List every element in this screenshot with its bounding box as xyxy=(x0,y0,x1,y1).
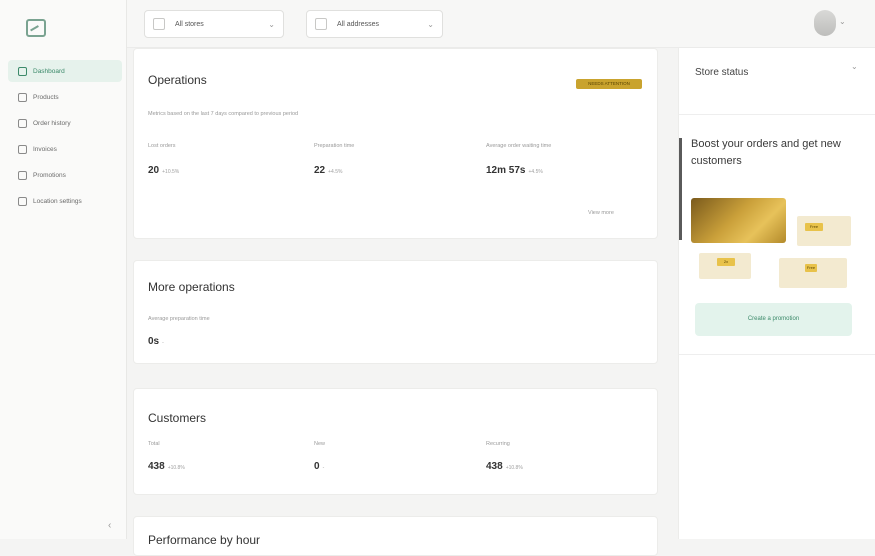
metric-label: Recurring xyxy=(486,441,510,447)
metric-label: Total xyxy=(148,441,160,447)
logo-icon[interactable] xyxy=(26,19,46,37)
metric-label: Preparation time xyxy=(314,143,355,149)
header: All stores ⌄ All addresses ⌄ ⌄ xyxy=(127,0,875,48)
operations-title: Operations xyxy=(148,73,207,87)
order-history-icon xyxy=(18,118,27,128)
dashboard-icon xyxy=(18,66,27,76)
chevron-down-icon: ⌄ xyxy=(427,19,434,29)
sidebar: Dashboard Products Order history Invoice… xyxy=(0,0,127,539)
promo-card: Free xyxy=(797,216,851,246)
promo-card: 2x xyxy=(699,253,751,279)
metric-value: 20 +10.5% xyxy=(148,165,180,176)
address-icon xyxy=(315,18,327,30)
metric-label: Lost orders xyxy=(148,143,176,149)
metric-value: 22 +4.5% xyxy=(314,165,343,176)
store-status-title: Store status xyxy=(695,67,749,78)
promo-tag: Free xyxy=(805,264,817,272)
divider xyxy=(679,114,875,115)
performance-title: Performance by hour xyxy=(148,533,261,547)
promo-tag: 2x xyxy=(717,258,735,266)
sidebar-nav: Dashboard Products Order history Invoice… xyxy=(8,60,122,216)
chevron-down-icon: ⌄ xyxy=(268,19,275,29)
sidebar-item-order-history[interactable]: Order history xyxy=(8,112,122,134)
sidebar-item-label: Order history xyxy=(33,119,71,127)
sidebar-item-invoices[interactable]: Invoices xyxy=(8,138,122,160)
create-promotion-button[interactable]: Create a promotion xyxy=(695,303,852,336)
metric-value: 12m 57s +4.5% xyxy=(486,165,543,176)
promotions-icon xyxy=(18,170,27,180)
sidebar-item-label: Invoices xyxy=(33,145,57,153)
more-operations-card: More operations Average preparation time… xyxy=(133,260,658,364)
customers-title: Customers xyxy=(148,411,207,425)
sidebar-item-label: Location settings xyxy=(33,197,82,205)
collapse-sidebar-icon[interactable]: ‹ xyxy=(108,520,111,531)
metric-label: New xyxy=(314,441,326,447)
metric-label: Average preparation time xyxy=(148,316,210,322)
promo-tag: Free xyxy=(805,223,823,231)
address-select-value: All addresses xyxy=(337,20,380,28)
sidebar-item-promotions[interactable]: Promotions xyxy=(8,164,122,186)
metric-value: 438 +10.8% xyxy=(148,461,185,472)
store-select-value: All stores xyxy=(175,20,204,28)
store-icon xyxy=(153,18,165,30)
location-settings-icon xyxy=(18,196,27,206)
operations-subtitle: Metrics based on the last 7 days compare… xyxy=(148,111,299,117)
metric-value: 0s - xyxy=(148,336,164,347)
sidebar-item-dashboard[interactable]: Dashboard xyxy=(8,60,122,82)
operations-card: Operations NEEDS ATTENTION Metrics based… xyxy=(133,48,658,239)
sidebar-item-label: Promotions xyxy=(33,171,66,179)
chevron-down-icon[interactable]: ⌄ xyxy=(839,17,846,26)
sidebar-item-products[interactable]: Products xyxy=(8,86,122,108)
performance-card: Performance by hour xyxy=(133,516,658,556)
invoices-icon xyxy=(18,144,27,154)
products-icon xyxy=(18,92,27,102)
right-panel: Store status ⌄ Boost your orders and get… xyxy=(678,48,875,539)
view-more-link[interactable]: View more xyxy=(588,210,614,216)
customers-card: Customers Total 438 +10.8% New 0- Recurri… xyxy=(133,388,658,495)
divider xyxy=(679,354,875,355)
metric-value: 438 +10.8% xyxy=(486,461,523,472)
metric-label: Average order waiting time xyxy=(486,143,552,149)
highlight-bar xyxy=(679,138,682,240)
chevron-down-icon[interactable]: ⌄ xyxy=(851,62,858,71)
promo-image xyxy=(691,198,786,243)
metric-value: 0- xyxy=(314,461,325,472)
sidebar-item-label: Dashboard xyxy=(33,67,65,75)
boost-title: Boost your orders and get new customers xyxy=(691,138,841,167)
status-badge: NEEDS ATTENTION xyxy=(576,79,642,89)
store-select[interactable]: All stores ⌄ xyxy=(144,10,284,38)
more-operations-title: More operations xyxy=(148,280,235,294)
address-select[interactable]: All addresses ⌄ xyxy=(306,10,443,38)
avatar[interactable] xyxy=(814,10,836,36)
sidebar-item-location-settings[interactable]: Location settings xyxy=(8,190,122,212)
sidebar-item-label: Products xyxy=(33,93,59,101)
promo-card: Free xyxy=(779,258,847,288)
